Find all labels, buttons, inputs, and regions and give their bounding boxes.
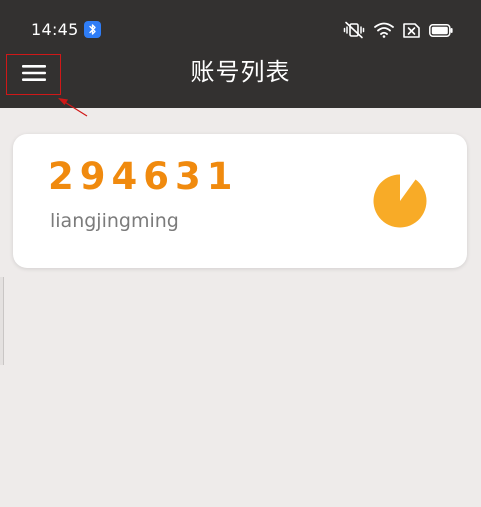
status-bar: 14:45	[0, 0, 481, 54]
vibrate-mute-icon	[343, 21, 365, 39]
sim-off-icon	[403, 22, 420, 38]
account-card[interactable]: 294631 liangjingming	[13, 134, 467, 268]
scroll-indicator	[0, 277, 4, 365]
app-bar: 账号列表	[0, 54, 481, 108]
status-icons	[343, 19, 453, 41]
wifi-icon	[374, 22, 394, 38]
account-code: 294631	[48, 155, 239, 198]
battery-icon	[429, 23, 453, 37]
page-title: 账号列表	[190, 58, 291, 86]
account-name: liangjingming	[50, 210, 179, 232]
countdown-pie-icon	[373, 174, 427, 228]
bluetooth-icon	[84, 21, 101, 38]
status-time: 14:45	[31, 20, 79, 39]
